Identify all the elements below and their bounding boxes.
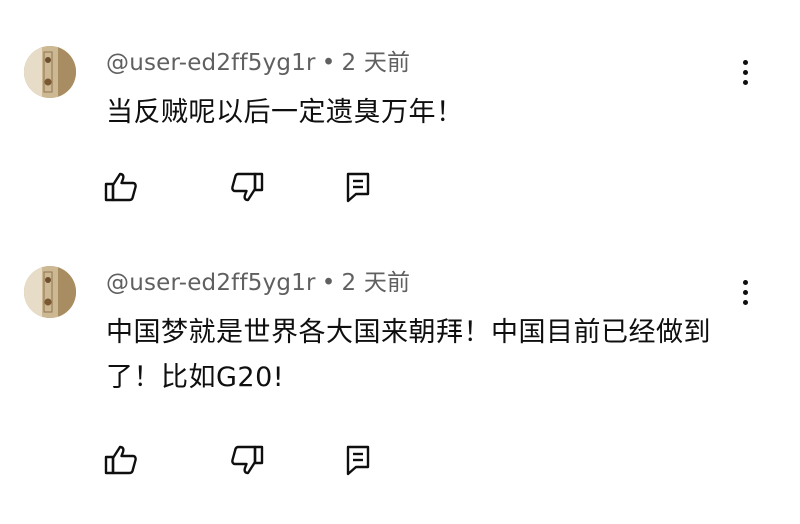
reply-icon[interactable] — [344, 171, 378, 203]
dislike-icon[interactable] — [230, 171, 264, 203]
comment-text: 当反贼呢以后一定遗臭万年！ — [106, 97, 464, 128]
author-name[interactable]: @user-ed2ff5yg1r — [106, 50, 316, 76]
meta-separator: • — [321, 270, 336, 296]
dislike-icon[interactable] — [230, 444, 264, 476]
more-options-icon[interactable] — [733, 272, 757, 312]
comment-text: 中国梦就是世界各大国来朝拜！中国目前已经做到了！比如G20! — [106, 317, 711, 393]
comment-time: 2 天前 — [341, 50, 411, 76]
meta-separator: • — [321, 50, 336, 76]
author-name[interactable]: @user-ed2ff5yg1r — [106, 270, 316, 296]
reply-icon[interactable] — [344, 444, 378, 476]
comment-meta: @user-ed2ff5yg1r • 2 天前 — [106, 48, 410, 78]
like-icon[interactable] — [104, 444, 138, 476]
like-icon[interactable] — [104, 171, 138, 203]
avatar[interactable] — [24, 266, 76, 318]
comment-meta: @user-ed2ff5yg1r • 2 天前 — [106, 268, 410, 298]
more-options-icon[interactable] — [733, 52, 757, 92]
avatar[interactable] — [24, 46, 76, 98]
comment-time: 2 天前 — [341, 270, 411, 296]
